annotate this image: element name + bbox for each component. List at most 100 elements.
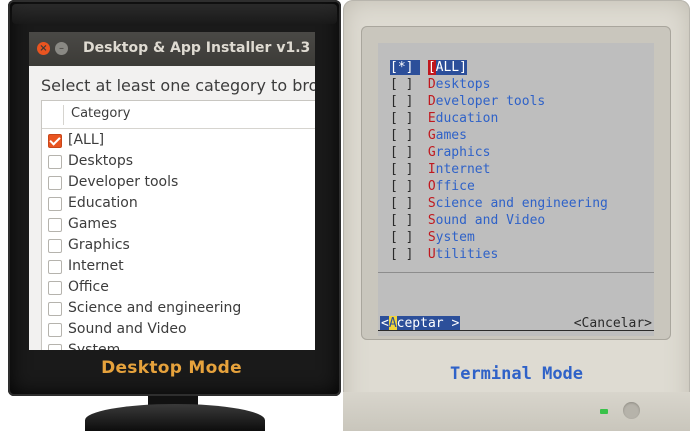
terminal-category-row[interactable]: [ ] Office [390,179,475,196]
category-checkbox[interactable] [48,260,62,274]
category-checkbox[interactable] [48,239,62,253]
terminal-category-label: Developer tools [428,94,545,109]
terminal-category-label: [ALL] [427,60,467,75]
category-row[interactable]: System [42,340,315,350]
terminal-hotkey-letter: O [427,179,436,194]
terminal-checkbox[interactable]: [ ] [390,128,420,143]
terminal-checkbox[interactable]: [ ] [390,196,420,211]
category-checkbox[interactable] [48,344,62,350]
terminal-category-label: Graphics [428,145,491,160]
category-checkbox[interactable] [48,197,62,211]
window-titlebar: × – Desktop & App Installer v1.3 [29,32,315,66]
category-list[interactable]: Category [ALL] Desktops Developer tools Edu… [41,100,315,350]
terminal-category-row[interactable]: [ ] System [390,230,475,247]
terminal-checkbox[interactable]: [ ] [390,94,420,109]
terminal-hotkey-letter: [ [427,60,436,75]
terminal-hotkey-letter: I [427,162,436,177]
category-label: Internet [68,258,124,274]
terminal-category-label: Games [428,128,467,143]
category-row[interactable]: Science and engineering [42,298,315,319]
terminal-hotkey-letter: S [427,230,436,245]
terminal-checkbox[interactable]: [ ] [390,247,420,262]
terminal-label-rest: ffice [435,179,475,194]
category-label: System [68,342,121,350]
category-checkbox[interactable] [48,155,62,169]
terminal-category-row[interactable]: [ ] Developer tools [390,94,545,111]
category-label: Developer tools [68,174,179,190]
cancel-button[interactable]: <Cancelar> [574,316,652,331]
terminal-category-row[interactable]: [ ] Science and engineering [390,196,608,213]
desktop-screen: × – Desktop & App Installer v1.3 Select … [29,32,315,350]
terminal-category-label: System [428,230,475,245]
desktop-mode-caption: Desktop Mode [101,358,242,378]
close-icon[interactable]: × [37,42,50,55]
category-row[interactable]: [ALL] [42,130,315,151]
category-checkbox[interactable] [48,218,62,232]
category-label: Desktops [68,153,134,169]
terminal-checkbox[interactable]: [ ] [390,111,420,126]
terminal-hotkey-letter: D [427,77,436,92]
terminal-category-row[interactable]: [ ] Graphics [390,145,490,162]
category-row[interactable]: Office [42,277,315,298]
category-row[interactable]: Internet [42,256,315,277]
category-row[interactable]: Desktops [42,151,315,172]
category-row[interactable]: Graphics [42,235,315,256]
terminal-checkbox[interactable]: [ ] [390,145,420,160]
terminal-checkbox[interactable]: [ ] [390,77,420,92]
terminal-category-label: Science and engineering [428,196,608,211]
category-row[interactable]: Developer tools [42,172,315,193]
terminal-category-row[interactable]: [ ] Education [390,111,498,128]
terminal-checkbox[interactable]: [*] [390,60,420,75]
terminal-label-rest: tilities [435,247,499,262]
terminal-category-row[interactable]: [ ] Utilities [390,247,498,264]
category-checkbox[interactable] [48,281,62,295]
terminal-checkbox[interactable]: [ ] [390,230,420,245]
terminal-label-rest: ound and Video [435,213,546,228]
category-checkbox[interactable] [48,134,62,148]
category-row[interactable]: Sound and Video [42,319,315,340]
desktop-monitor: × – Desktop & App Installer v1.3 Select … [0,0,343,431]
terminal-category-label: Desktops [428,77,491,92]
minimize-icon[interactable]: – [55,42,68,55]
terminal-label-rest: raphics [435,145,491,160]
terminal-category-label: Internet [428,162,491,177]
terminal-label-rest: ames [435,128,467,143]
terminal-category-row[interactable]: [ ] Games [390,128,467,145]
category-label: Graphics [68,237,130,253]
terminal-label-rest: eveloper tools [435,94,546,109]
terminal-hotkey-letter: G [427,145,436,160]
terminal-category-row[interactable]: [ ] Desktops [390,77,490,94]
category-label: Science and engineering [68,300,242,316]
category-checkbox[interactable] [48,323,62,337]
terminal-category-row[interactable]: [ ] Internet [390,162,490,179]
category-label: Sound and Video [68,321,187,337]
terminal-category-label: Sound and Video [428,213,545,228]
terminal-bottom-border [378,330,654,331]
terminal-label-rest: cience and engineering [435,196,608,211]
category-label: [ALL] [68,132,105,148]
category-row[interactable]: Education [42,193,315,214]
terminal-checkbox[interactable]: [ ] [390,179,420,194]
terminal-category-label: Utilities [428,247,498,262]
terminal-mode-caption: Terminal Mode [449,364,584,384]
category-checkbox[interactable] [48,302,62,316]
category-column-header[interactable]: Category [42,101,315,129]
terminal-hotkey-letter: G [427,128,436,143]
window-title: Desktop & App Installer v1.3 [83,40,311,56]
terminal-label-rest: ystem [435,230,475,245]
terminal-label-rest: ALL] [435,60,467,75]
terminal-hotkey-letter: D [427,94,436,109]
category-checkbox[interactable] [48,176,62,190]
terminal-label-rest: nternet [435,162,491,177]
terminal-category-row[interactable]: [*] [ALL] [390,60,467,77]
terminal-hotkey-letter: E [427,111,436,126]
category-label: Office [68,279,109,295]
terminal-screen: [*] [ALL][ ] Desktops[ ] Developer tools… [378,43,654,336]
terminal-checkbox[interactable]: [ ] [390,213,420,228]
accept-button[interactable]: <Aceptar > [380,316,461,331]
category-label: Education [68,195,138,211]
category-row[interactable]: Games [42,214,315,235]
terminal-category-row[interactable]: [ ] Sound and Video [390,213,545,230]
terminal-checkbox[interactable]: [ ] [390,162,420,177]
power-button[interactable] [623,402,640,419]
